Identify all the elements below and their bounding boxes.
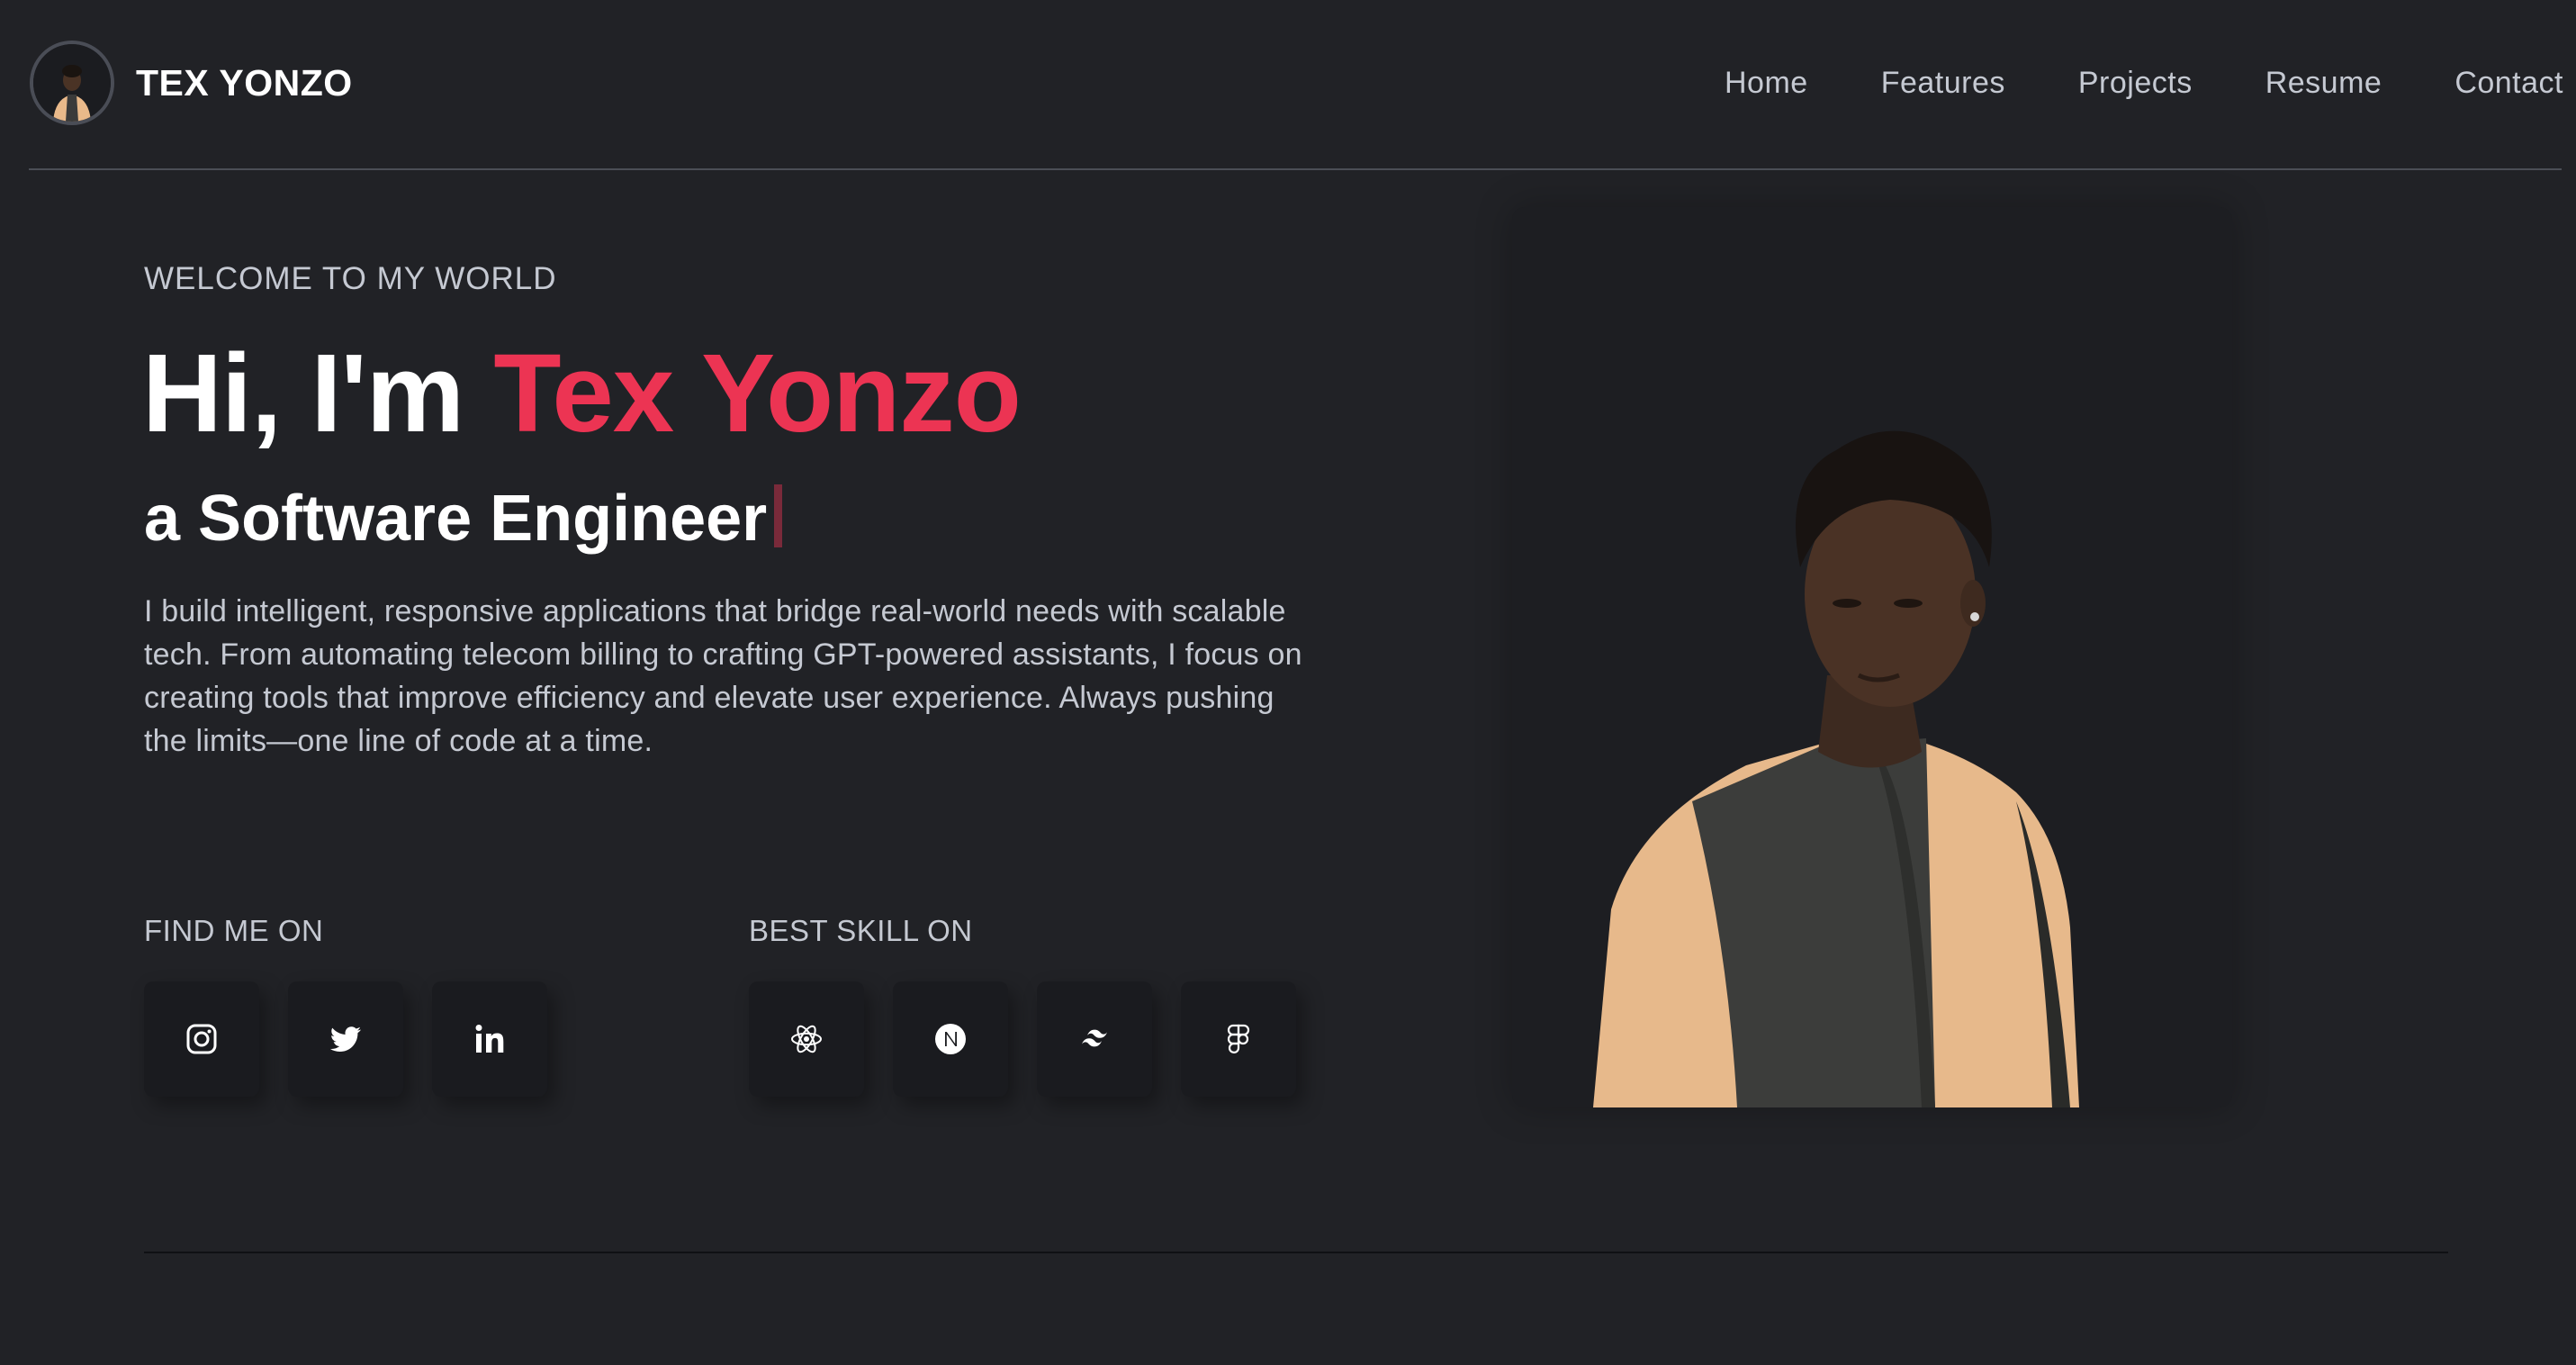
hero-title: Hi, I'm Tex Yonzo xyxy=(142,331,1022,457)
linkedin-icon xyxy=(475,1025,504,1053)
typing-cursor xyxy=(774,484,783,547)
hero-name: Tex Yonzo xyxy=(493,332,1022,456)
find-me-label: FIND ME ON xyxy=(144,914,324,947)
tailwind-icon xyxy=(1082,1029,1107,1047)
nav-resume[interactable]: Resume xyxy=(2265,63,2382,103)
hero-role: a Software Engineer xyxy=(144,479,783,558)
nextjs-skill[interactable] xyxy=(893,981,1008,1097)
site-header: TEX YONZO Home Features Projects Resume … xyxy=(0,0,2576,170)
nav-features[interactable]: Features xyxy=(1881,63,2005,103)
react-icon xyxy=(791,1025,822,1053)
twitter-icon xyxy=(329,1026,361,1052)
linkedin-button[interactable] xyxy=(432,981,547,1097)
main-nav: Home Features Projects Resume Contact xyxy=(1725,63,2563,103)
twitter-button[interactable] xyxy=(288,981,403,1097)
nextjs-icon xyxy=(935,1024,966,1054)
hero-description: I build intelligent, responsive applicat… xyxy=(144,594,1302,758)
skill-icons xyxy=(749,981,1296,1097)
instagram-icon xyxy=(186,1024,217,1054)
figma-skill[interactable] xyxy=(1181,981,1296,1097)
avatar-portrait xyxy=(33,44,111,122)
hero-greeting: Hi, I'm xyxy=(142,332,494,456)
best-skill-label: BEST SKILL ON xyxy=(749,914,973,947)
header-divider xyxy=(29,168,2562,170)
welcome-text: WELCOME TO MY WORLD xyxy=(144,261,557,296)
role-text: a Software Engineer xyxy=(144,483,768,555)
nav-contact[interactable]: Contact xyxy=(2454,63,2563,103)
brand-name[interactable]: TEX YONZO xyxy=(136,59,353,106)
nav-projects[interactable]: Projects xyxy=(2078,63,2193,103)
profile-photo-card xyxy=(1512,207,2232,1107)
nav-home[interactable]: Home xyxy=(1725,63,1808,103)
tailwind-skill[interactable] xyxy=(1037,981,1152,1097)
profile-photo xyxy=(1512,207,2232,1107)
instagram-button[interactable] xyxy=(144,981,259,1097)
social-links xyxy=(144,981,547,1097)
avatar[interactable] xyxy=(30,41,114,125)
react-skill[interactable] xyxy=(749,981,864,1097)
figma-icon xyxy=(1227,1024,1250,1053)
section-divider xyxy=(144,1252,2448,1253)
